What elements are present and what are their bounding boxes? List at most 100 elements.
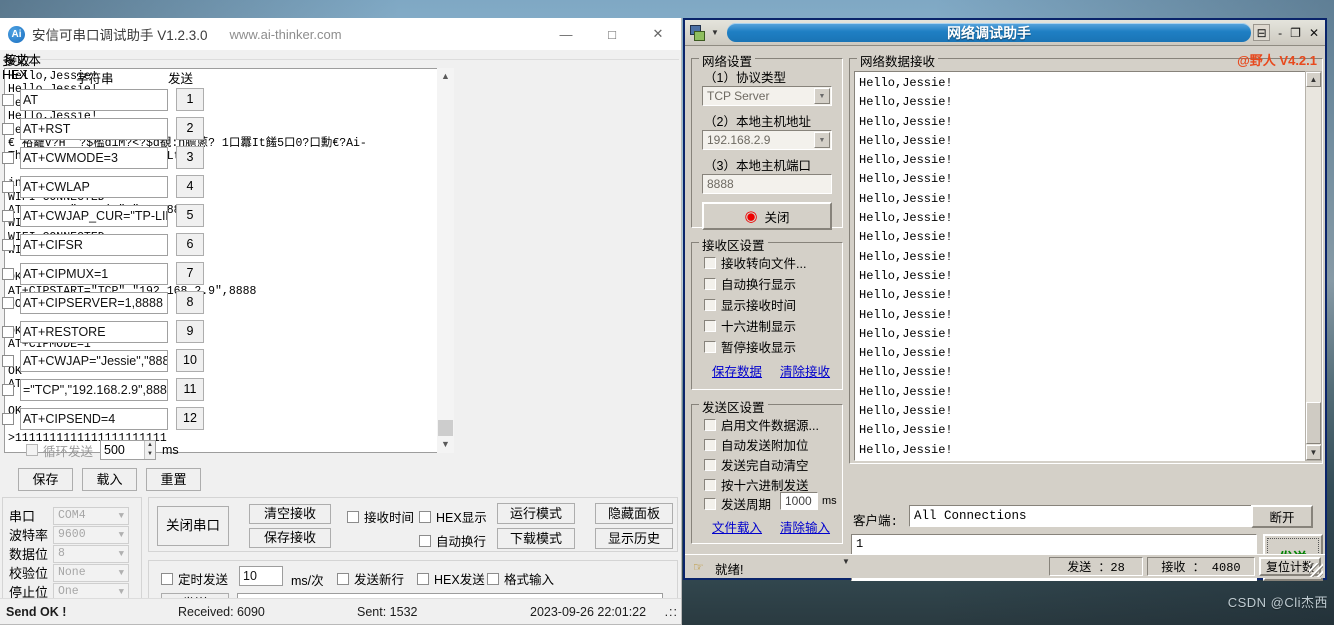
multitext-hex-checkbox[interactable]: [2, 93, 14, 106]
chevron-down-icon[interactable]: ▼: [119, 565, 124, 581]
checkbox-box[interactable]: [419, 534, 431, 547]
maximize-icon[interactable]: □: [589, 18, 635, 50]
checkbox-box[interactable]: [704, 340, 716, 353]
stepper-arrows[interactable]: ▲ ▼: [144, 441, 156, 459]
multitext-command-input[interactable]: AT+CWJAP_CUR="TP-LIN: [20, 204, 168, 227]
multitext-send-button[interactable]: 9: [176, 320, 204, 343]
multitext-send-button[interactable]: 2: [176, 117, 204, 140]
show-history-button[interactable]: 显示历史: [595, 528, 673, 549]
checkbox-box[interactable]: [419, 510, 431, 523]
app-system-icon[interactable]: [688, 24, 708, 42]
multitext-command-input[interactable]: AT+CIFSR: [20, 233, 168, 256]
save-receive-button[interactable]: 保存接收: [249, 528, 331, 548]
receive-setting-checkbox[interactable]: 显示接收时间: [704, 295, 796, 314]
host-address-select[interactable]: 192.168.2.9 ▼: [702, 130, 832, 150]
multitext-send-button[interactable]: 10: [176, 349, 204, 372]
checkbox-box[interactable]: [704, 277, 716, 290]
multitext-command-input[interactable]: AT: [20, 88, 168, 111]
hide-panel-button[interactable]: 隐藏面板: [595, 503, 673, 524]
stepper-down-icon[interactable]: ▼: [145, 450, 156, 459]
download-mode-button[interactable]: 下载模式: [497, 528, 575, 549]
multitext-send-button[interactable]: 5: [176, 204, 204, 227]
multitext-hex-checkbox[interactable]: [2, 354, 14, 367]
multitext-command-input[interactable]: AT+CIPSERVER=1,8888: [20, 291, 168, 314]
checkbox-box[interactable]: [337, 572, 349, 585]
scroll-up-icon[interactable]: ▲: [437, 68, 454, 85]
send-period-checkbox[interactable]: 发送周期: [704, 494, 771, 513]
chevron-down-icon[interactable]: ▼: [842, 557, 850, 566]
multitext-command-input[interactable]: AT+RST: [20, 117, 168, 140]
send-setting-checkbox[interactable]: 启用文件数据源...: [704, 415, 819, 434]
multitext-send-button[interactable]: 6: [176, 233, 204, 256]
multitext-command-input[interactable]: ="TCP","192.168.2.9",8888: [20, 378, 168, 401]
multitext-hex-checkbox[interactable]: [2, 180, 14, 193]
file-load-link[interactable]: 文件载入: [712, 517, 762, 536]
close-icon[interactable]: ✕: [1309, 26, 1319, 40]
clear-input-link[interactable]: 清除输入: [780, 517, 830, 536]
clear-receive-link[interactable]: 清除接收: [780, 361, 830, 380]
timed-send-input[interactable]: 10: [239, 566, 283, 586]
checkbox-box[interactable]: [704, 458, 716, 471]
multitext-hex-checkbox[interactable]: [2, 238, 14, 251]
checkbox-box[interactable]: [487, 572, 499, 585]
checkbox-box[interactable]: [347, 510, 359, 523]
receive-setting-checkbox[interactable]: 接收转向文件...: [704, 253, 806, 272]
multitext-command-input[interactable]: AT+CWJAP="Jessie","8888: [20, 349, 168, 372]
minimize-icon[interactable]: —: [543, 18, 589, 50]
send-period-input[interactable]: 1000: [780, 492, 818, 510]
multitext-command-input[interactable]: AT+RESTORE: [20, 320, 168, 343]
multitext-command-input[interactable]: AT+CWMODE=3: [20, 146, 168, 169]
multitext-hex-checkbox[interactable]: [2, 267, 14, 280]
multitext-hex-checkbox[interactable]: [2, 122, 14, 135]
multitext-hex-checkbox[interactable]: [2, 151, 14, 164]
send-newline-checkbox[interactable]: 发送新行: [337, 569, 404, 588]
checkbox-box[interactable]: [417, 572, 429, 585]
load-button[interactable]: 载入: [82, 468, 137, 491]
config-select[interactable]: None ▼: [53, 563, 129, 582]
network-receive-textarea[interactable]: Hello,Jessie! Hello,Jessie! Hello,Jessie…: [854, 71, 1306, 461]
config-select[interactable]: 9600 ▼: [53, 525, 129, 544]
checkbox-box[interactable]: [704, 418, 716, 431]
receive-setting-checkbox[interactable]: 自动换行显示: [704, 274, 796, 293]
multitext-send-button[interactable]: 12: [176, 407, 204, 430]
receive-setting-checkbox[interactable]: 十六进制显示: [704, 316, 796, 335]
chevron-down-icon[interactable]: ▼: [814, 88, 830, 104]
multitext-send-button[interactable]: 11: [176, 378, 204, 401]
save-button[interactable]: 保存: [18, 468, 73, 491]
connection-toggle-button[interactable]: ◉ 关闭: [702, 202, 832, 230]
multitext-command-input[interactable]: AT+CIPMUX=1: [20, 262, 168, 285]
multitext-command-input[interactable]: AT+CWLAP: [20, 175, 168, 198]
auto-wrap-checkbox[interactable]: 自动换行: [419, 531, 486, 550]
scroll-up-icon[interactable]: ▲: [1306, 72, 1321, 87]
checkbox-box[interactable]: [161, 572, 173, 585]
scroll-down-icon[interactable]: ▼: [437, 436, 454, 453]
multitext-hex-checkbox[interactable]: [2, 325, 14, 338]
receive-time-checkbox[interactable]: 接收时间: [347, 507, 414, 526]
scroll-thumb[interactable]: [438, 420, 453, 436]
multitext-send-button[interactable]: 7: [176, 262, 204, 285]
format-input-checkbox[interactable]: 格式输入: [487, 569, 554, 588]
chevron-down-icon[interactable]: ▼: [119, 546, 124, 562]
chevron-down-icon[interactable]: ▼: [119, 508, 124, 524]
maximize-icon[interactable]: ❐: [1290, 26, 1301, 40]
chevron-down-icon[interactable]: ▼: [814, 132, 830, 148]
multitext-send-button[interactable]: 3: [176, 146, 204, 169]
stepper-up-icon[interactable]: ▲: [145, 441, 156, 450]
checkbox-box[interactable]: [704, 256, 716, 269]
multitext-hex-checkbox[interactable]: [2, 383, 14, 396]
receive-scrollbar[interactable]: ▲ ▼: [437, 68, 454, 453]
send-setting-checkbox[interactable]: 自动发送附加位: [704, 435, 809, 454]
reset-button[interactable]: 重置: [146, 468, 201, 491]
resize-grip-icon[interactable]: .::: [665, 605, 678, 619]
multitext-hex-checkbox[interactable]: [2, 209, 14, 222]
resize-grip-icon[interactable]: [1309, 563, 1323, 577]
protocol-type-select[interactable]: TCP Server ▼: [702, 86, 832, 106]
loop-interval-input[interactable]: [101, 441, 145, 459]
multitext-send-button[interactable]: 4: [176, 175, 204, 198]
save-data-link[interactable]: 保存数据: [712, 361, 762, 380]
timed-send-checkbox[interactable]: 定时发送: [161, 569, 228, 588]
scroll-thumb[interactable]: [1306, 402, 1321, 444]
hex-send-checkbox[interactable]: HEX发送: [417, 569, 485, 588]
hex-display-checkbox[interactable]: HEX显示: [419, 507, 487, 526]
checkbox-box[interactable]: [704, 497, 716, 510]
